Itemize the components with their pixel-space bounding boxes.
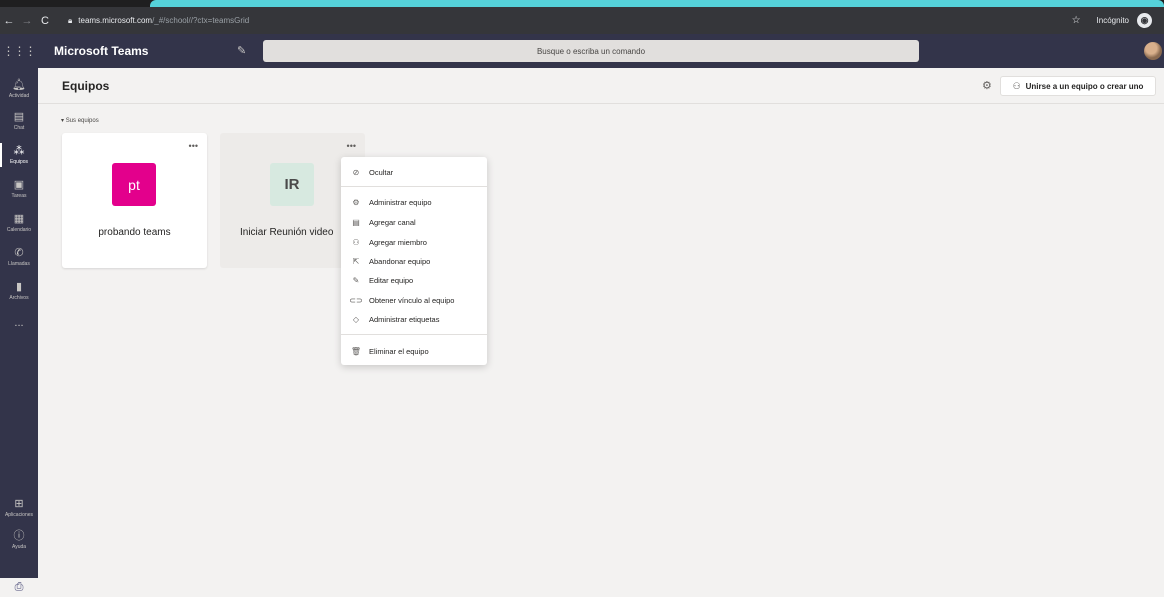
incognito-icon[interactable]: ◉: [1137, 13, 1152, 28]
more-icon: ...: [14, 317, 24, 329]
rail-item-label: Actividad: [8, 93, 30, 99]
apps-icon: ⊞: [14, 498, 24, 510]
menu-item-label: Agregar miembro: [369, 237, 427, 247]
leave-icon: ⇱: [352, 256, 360, 266]
chat-icon: ▤: [13, 111, 25, 123]
rail-item-label: Archivos: [9, 295, 29, 301]
rail-item-label: Calendario: [6, 227, 32, 233]
rail-item-more[interactable]: ...: [0, 308, 38, 338]
hide-icon: ⊘: [352, 167, 360, 177]
rail-item-calendar[interactable]: ▦ Calendario: [0, 208, 38, 238]
url-host: teams.microsoft.com: [78, 16, 153, 25]
section-header-your-teams[interactable]: ▾ Sus equipos: [61, 117, 99, 124]
page-title: Equipos: [62, 79, 110, 93]
menu-divider: [341, 334, 487, 335]
browser-right-controls: ☆ Incógnito ◉: [1072, 13, 1164, 28]
menu-item-manage-tags[interactable]: ◇ Administrar etiquetas: [341, 310, 487, 328]
team-card[interactable]: ••• pt probando teams: [62, 133, 207, 268]
team-context-menu: ⊘ Ocultar ⚙ Administrar equipo ▤ Agregar…: [341, 157, 487, 365]
menu-item-delete-team[interactable]: 🗑︎ Eliminar el equipo: [341, 342, 487, 360]
browser-toolbar: ← → C 🔒︎ teams.microsoft.com/_#/school//…: [0, 7, 1164, 34]
download-app-icon[interactable]: ⎙: [0, 578, 38, 597]
menu-item-add-channel[interactable]: ▤ Agregar canal: [341, 213, 487, 231]
calendar-icon: ▦: [13, 213, 25, 225]
teams-icon: ⁂: [13, 145, 25, 157]
phone-icon: ✆: [14, 247, 24, 259]
rail-item-label: Chat: [13, 125, 25, 131]
section-label: Sus equipos: [65, 118, 99, 124]
search-input[interactable]: Busque o escriba un comando: [263, 40, 919, 62]
rail-item-label: Llamadas: [8, 261, 30, 267]
rail-item-activity[interactable]: 🔔︎ Actividad: [0, 74, 38, 104]
app-rail: 🔔︎ Actividad ▤ Chat ⁂ Equipos ▣ Tareas ▦…: [0, 68, 38, 597]
more-options-icon[interactable]: •••: [189, 141, 198, 151]
add-team-icon: ⚇: [1012, 80, 1021, 91]
pencil-icon: ✎: [352, 275, 360, 285]
more-options-icon[interactable]: •••: [347, 141, 356, 151]
avatar[interactable]: [1144, 42, 1162, 60]
menu-item-manage-team[interactable]: ⚙ Administrar equipo: [341, 193, 487, 211]
rail-item-apps[interactable]: ⊞ Aplicaciones: [0, 493, 38, 523]
bookmark-star-icon[interactable]: ☆: [1072, 15, 1081, 26]
incognito-label: Incógnito: [1096, 16, 1129, 25]
menu-item-label: Administrar etiquetas: [369, 314, 440, 324]
files-icon: ▮: [15, 281, 23, 293]
add-member-icon: ⚇: [352, 237, 360, 247]
link-icon: ⊂⊃: [349, 295, 363, 305]
rail-item-label: Aplicaciones: [4, 512, 34, 518]
trash-icon: 🗑︎: [350, 346, 362, 356]
gear-icon[interactable]: ⚙: [982, 79, 992, 92]
menu-item-label: Agregar canal: [369, 217, 416, 227]
menu-item-leave-team[interactable]: ⇱ Abandonar equipo: [341, 252, 487, 270]
join-button-label: Unirse a un equipo o crear uno: [1025, 81, 1144, 91]
rail-item-files[interactable]: ▮ Archivos: [0, 276, 38, 306]
menu-item-get-link[interactable]: ⊂⊃ Obtener vínculo al equipo: [341, 291, 487, 309]
new-chat-icon[interactable]: ✎: [237, 44, 246, 57]
browser-tab-strip: [0, 0, 1164, 7]
forward-icon[interactable]: →: [18, 15, 36, 27]
menu-item-label: Administrar equipo: [369, 197, 432, 207]
menu-item-label: Editar equipo: [369, 275, 414, 285]
bell-icon: 🔔︎: [12, 79, 26, 91]
menu-divider: [341, 186, 487, 187]
rail-item-label: Tareas: [11, 193, 27, 199]
help-icon: ⓘ: [13, 530, 25, 542]
rail-item-help[interactable]: ⓘ Ayuda: [0, 525, 38, 555]
url-path: /_#/school//?ctx=teamsGrid: [152, 16, 250, 25]
menu-item-add-member[interactable]: ⚇ Agregar miembro: [341, 233, 487, 251]
rail-item-teams[interactable]: ⁂ Equipos: [0, 140, 38, 170]
reload-icon[interactable]: C: [36, 15, 54, 27]
app-launcher-icon[interactable]: ⋮⋮⋮: [0, 44, 38, 58]
join-or-create-team-button[interactable]: ⚇ Unirse a un equipo o crear uno: [1000, 76, 1156, 96]
rail-item-assignments[interactable]: ▣ Tareas: [0, 174, 38, 204]
menu-item-label: Abandonar equipo: [369, 256, 431, 266]
rail-item-label: Ayuda: [11, 544, 27, 550]
team-name: probando teams: [98, 227, 171, 238]
lock-icon[interactable]: 🔒︎: [68, 16, 72, 26]
teams-header: ⋮⋮⋮ Microsoft Teams ✎ Busque o escriba u…: [0, 34, 1164, 68]
rail-item-calls[interactable]: ✆ Llamadas: [0, 242, 38, 272]
team-name: Iniciar Reunión video: [240, 227, 334, 238]
page-header: Equipos ⚙ ⚇ Unirse a un equipo o crear u…: [38, 68, 1164, 104]
menu-item-hide[interactable]: ⊘ Ocultar: [341, 163, 487, 181]
rail-item-chat[interactable]: ▤ Chat: [0, 106, 38, 136]
app-name: Microsoft Teams: [54, 44, 149, 58]
menu-item-label: Ocultar: [369, 167, 394, 177]
rail-item-label: Equipos: [9, 159, 29, 165]
team-avatar: pt: [112, 163, 156, 206]
back-icon[interactable]: ←: [0, 15, 18, 27]
menu-item-label: Eliminar el equipo: [369, 346, 429, 356]
gear-icon: ⚙: [352, 197, 360, 207]
browser-active-tab[interactable]: [150, 0, 1164, 7]
tag-icon: ◇: [352, 314, 360, 324]
address-bar[interactable]: teams.microsoft.com/_#/school//?ctx=team…: [78, 16, 249, 25]
team-avatar: IR: [270, 163, 314, 206]
assignments-icon: ▣: [13, 179, 25, 191]
add-channel-icon: ▤: [352, 217, 360, 227]
menu-item-label: Obtener vínculo al equipo: [369, 295, 455, 305]
menu-item-edit-team[interactable]: ✎ Editar equipo: [341, 271, 487, 289]
